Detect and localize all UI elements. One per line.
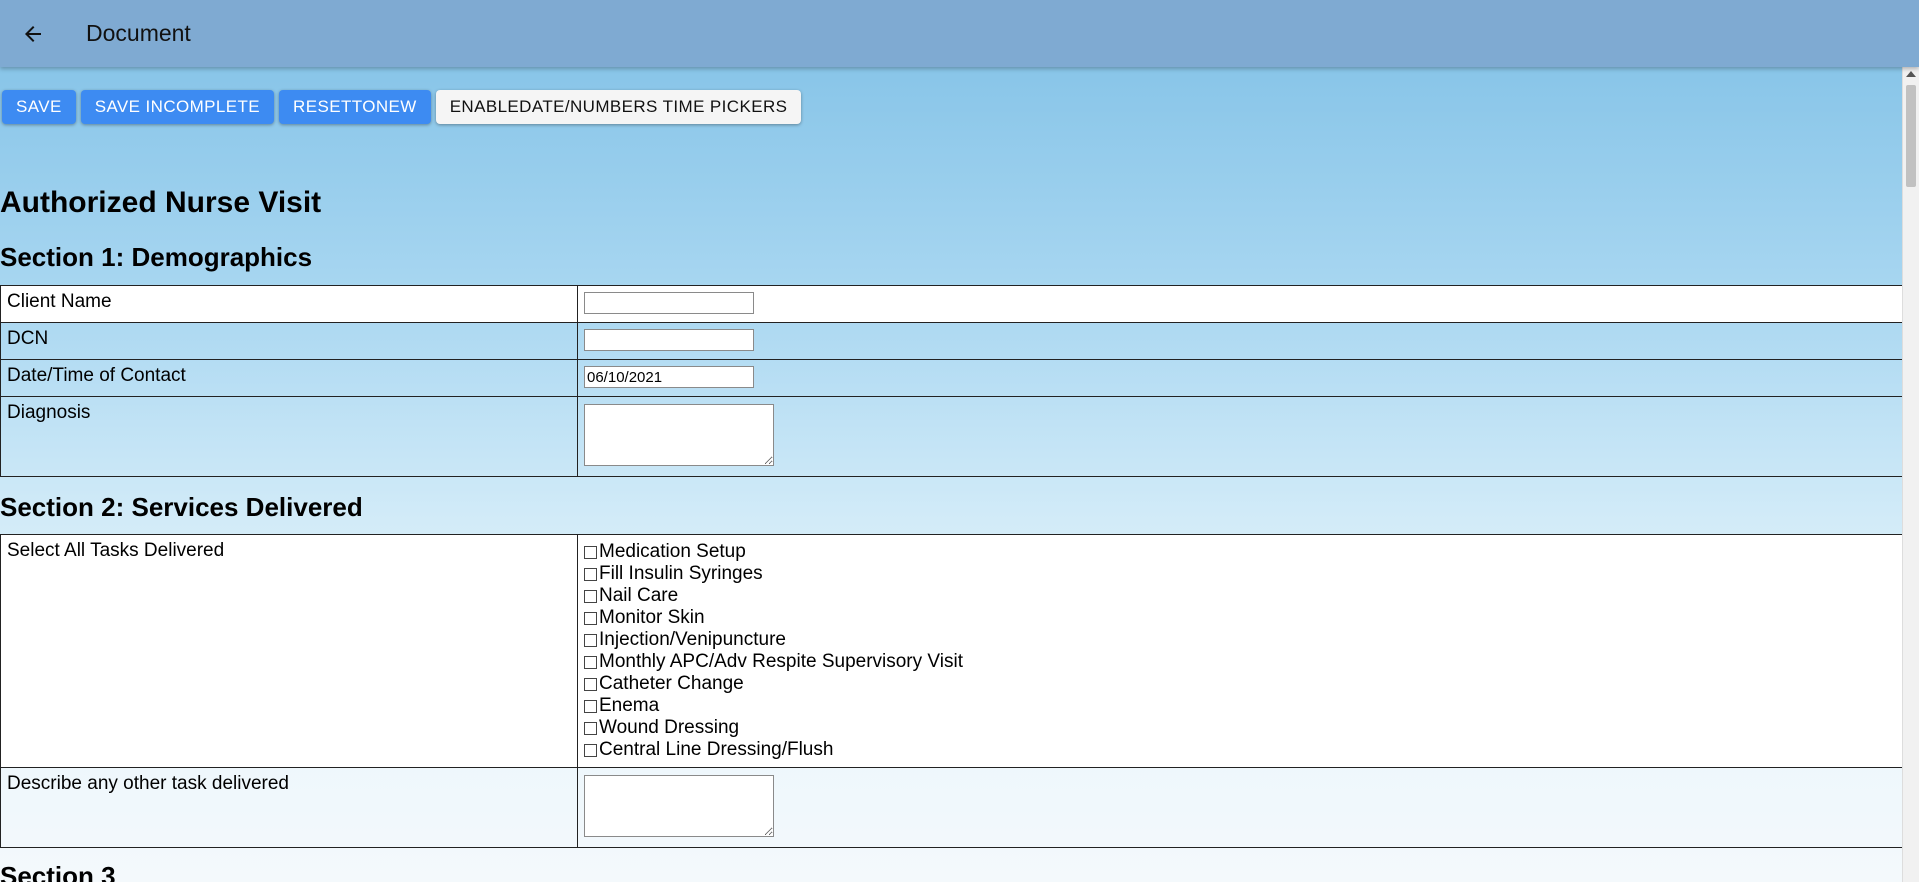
- back-button[interactable]: [13, 14, 53, 54]
- checkbox[interactable]: [584, 611, 597, 625]
- checkbox[interactable]: [584, 633, 597, 647]
- toolbar: SAVE SAVE INCOMPLETE RESETTONEW ENABLEDA…: [2, 90, 802, 124]
- task-checkbox-label: Enema: [599, 695, 660, 716]
- section-1-heading: Section 1: Demographics: [0, 242, 313, 272]
- task-checkbox-label: Nail Care: [599, 585, 679, 606]
- contact-date-label: Date/Time of Contact: [0, 359, 578, 397]
- checkbox[interactable]: [584, 721, 597, 735]
- task-checkbox-label: Monitor Skin: [599, 607, 705, 628]
- checkbox[interactable]: [584, 677, 597, 691]
- checkbox[interactable]: [584, 545, 597, 559]
- contact-date-input[interactable]: [584, 366, 754, 388]
- task-checkbox-item[interactable]: Enema: [584, 695, 1903, 717]
- app-title: Document: [86, 20, 191, 46]
- table-row: Diagnosis: [0, 396, 1903, 477]
- checkbox[interactable]: [584, 699, 597, 713]
- task-checkbox-item[interactable]: Catheter Change: [584, 673, 1903, 695]
- task-checkbox-label: Medication Setup: [599, 541, 746, 562]
- dcn-label: DCN: [0, 322, 578, 360]
- task-checkbox-label: Central Line Dressing/Flush: [599, 739, 834, 760]
- demographics-table: Client Name DCN Date/Time of Contact Dia…: [0, 285, 1903, 477]
- task-checkbox-label: Fill Insulin Syringes: [599, 563, 763, 584]
- app-bar: Document: [0, 0, 1919, 67]
- dcn-input[interactable]: [584, 329, 754, 351]
- table-row: Client Name: [0, 285, 1903, 323]
- diagnosis-label: Diagnosis: [0, 396, 578, 477]
- client-name-label: Client Name: [0, 285, 578, 323]
- task-checkbox-item[interactable]: Medication Setup: [584, 541, 1903, 563]
- form-title: Authorized Nurse Visit: [0, 186, 322, 219]
- task-checkbox-item[interactable]: Injection/Venipuncture: [584, 629, 1903, 651]
- table-row: Describe any other task delivered: [0, 767, 1903, 848]
- vertical-scrollbar[interactable]: [1902, 67, 1919, 882]
- document-content: SAVE SAVE INCOMPLETE RESETTONEW ENABLEDA…: [0, 67, 1903, 882]
- tasks-label: Select All Tasks Delivered: [0, 534, 578, 768]
- enable-pickers-button[interactable]: ENABLEDATE/NUMBERS TIME PICKERS: [435, 90, 802, 124]
- table-row: Select All Tasks Delivered Medication Se…: [0, 534, 1903, 768]
- other-task-label: Describe any other task delivered: [0, 767, 578, 848]
- scroll-up-arrow-icon[interactable]: [1906, 71, 1916, 77]
- task-checkbox-list: Medication Setup Fill Insulin Syringes Nai…: [584, 541, 1903, 765]
- checkbox[interactable]: [584, 743, 597, 757]
- diagnosis-textarea[interactable]: [584, 404, 774, 466]
- checkbox[interactable]: [584, 655, 597, 669]
- checkbox[interactable]: [584, 589, 597, 603]
- section-3-heading: Section 3: [0, 861, 116, 882]
- task-checkbox-item[interactable]: Nail Care: [584, 585, 1903, 607]
- arrow-left-icon: [25, 25, 41, 42]
- task-checkbox-label: Monthly APC/Adv Respite Supervisory Visi…: [599, 651, 963, 672]
- save-incomplete-button[interactable]: SAVE INCOMPLETE: [80, 90, 275, 124]
- services-table: Select All Tasks Delivered Medication Se…: [0, 534, 1903, 848]
- task-checkbox-item[interactable]: Monitor Skin: [584, 607, 1903, 629]
- task-checkbox-label: Wound Dressing: [599, 717, 740, 738]
- table-row: DCN: [0, 322, 1903, 360]
- task-checkbox-label: Catheter Change: [599, 673, 744, 694]
- checkbox[interactable]: [584, 567, 597, 581]
- task-checkbox-label: Injection/Venipuncture: [599, 629, 786, 650]
- other-task-textarea[interactable]: [584, 775, 774, 837]
- task-checkbox-item[interactable]: Wound Dressing: [584, 717, 1903, 739]
- reset-to-new-button[interactable]: RESETTONEW: [279, 90, 431, 124]
- task-checkbox-item[interactable]: Fill Insulin Syringes: [584, 563, 1903, 585]
- client-name-input[interactable]: [584, 292, 754, 314]
- save-button[interactable]: SAVE: [2, 90, 76, 124]
- table-row: Date/Time of Contact: [0, 359, 1903, 397]
- task-checkbox-item[interactable]: Central Line Dressing/Flush: [584, 739, 1903, 761]
- scroll-thumb[interactable]: [1906, 85, 1916, 187]
- task-checkbox-item[interactable]: Monthly APC/Adv Respite Supervisory Visi…: [584, 651, 1903, 673]
- section-2-heading: Section 2: Services Delivered: [0, 492, 363, 522]
